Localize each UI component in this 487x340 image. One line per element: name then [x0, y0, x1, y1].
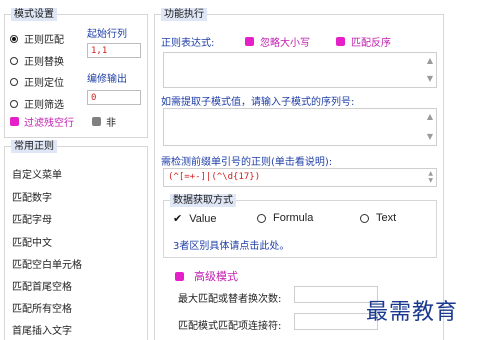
start-row-input[interactable]: 1,1	[87, 43, 141, 58]
mode-settings-title: 模式设置	[11, 8, 57, 21]
filter-blank-row[interactable]: 过滤残空行	[10, 114, 74, 129]
radio-regex-locate[interactable]: 正则定位	[10, 74, 64, 89]
scroll-down-icon[interactable]: ▼	[427, 75, 433, 83]
data-fetch-hint-link[interactable]: 3者区别具体请点击此处。	[173, 237, 289, 252]
radio-label: Value	[189, 212, 217, 225]
submatch-label: 如需提取子模式值，请输入子模式的序列号:	[161, 97, 355, 108]
radio-regex-match[interactable]: 正则匹配	[10, 31, 64, 46]
not-label: 非	[106, 118, 116, 129]
match-reverse-checkbox[interactable]	[336, 37, 345, 46]
regex-textarea[interactable]: ▲ ▼	[163, 52, 437, 88]
not-row[interactable]: 非	[92, 114, 116, 129]
not-checkbox[interactable]	[92, 117, 101, 126]
radio-dot[interactable]	[10, 77, 18, 86]
regex-label: 正则表达式:	[161, 38, 215, 49]
prefix-input[interactable]: (^[=+-]|(^\d{17}) ▲ ▼	[163, 168, 437, 187]
function-exec-title: 功能执行	[161, 8, 207, 21]
submatch-scrollbar[interactable]: ▲ ▼	[424, 109, 436, 145]
advanced-mode-row[interactable]: 高级模式	[175, 268, 238, 284]
advanced-mode-label: 高级模式	[194, 270, 238, 283]
regex-item-blank-cells[interactable]: 匹配空白单元格	[12, 256, 82, 271]
regex-scrollbar[interactable]: ▲ ▼	[424, 53, 436, 87]
ignore-case-checkbox[interactable]	[245, 37, 254, 46]
regex-item-trim-spaces[interactable]: 匹配首尾空格	[12, 278, 72, 293]
regex-item-all-spaces[interactable]: 匹配所有空格	[12, 300, 72, 315]
radio-dot[interactable]	[257, 213, 266, 223]
radio-value[interactable]: ✔ Value	[173, 212, 217, 225]
match-reverse-row[interactable]: 匹配反序	[336, 34, 391, 49]
edit-output-input[interactable]: 0	[87, 90, 141, 105]
prefix-value: (^[=+-]|(^\d{17})	[168, 172, 261, 182]
data-fetch-title: 数据获取方式	[170, 194, 236, 207]
radio-regex-filter[interactable]: 正则筛选	[10, 96, 64, 111]
max-match-label: 最大匹配或替者换次数:	[178, 294, 282, 305]
scroll-down-icon[interactable]: ▼	[427, 133, 433, 141]
start-row-label: 起始行列	[87, 29, 127, 40]
radio-label: Text	[376, 212, 397, 224]
edit-output-label: 编修输出	[87, 74, 127, 85]
radio-dot[interactable]	[360, 213, 369, 223]
match-reverse-label: 匹配反序	[351, 38, 391, 49]
prefix-label[interactable]: 需检测前缀单引号的正则(单击看说明):	[161, 153, 332, 168]
radio-regex-replace[interactable]: 正则替换	[10, 53, 64, 68]
check-icon[interactable]: ✔	[173, 212, 182, 225]
radio-label: Formula	[273, 212, 314, 224]
scroll-up-icon[interactable]: ▲	[427, 113, 433, 121]
radio-label: 正则替换	[24, 57, 64, 68]
ignore-case-row[interactable]: 忽略大小写	[245, 34, 310, 49]
regex-item-letters[interactable]: 匹配字母	[12, 211, 52, 226]
common-regex-title: 常用正则	[11, 140, 57, 153]
radio-label: 正则匹配	[24, 35, 64, 46]
radio-dot[interactable]	[10, 56, 18, 65]
watermark-text: 最需教育	[366, 300, 459, 325]
regex-item-insert-text[interactable]: 首尾插入文字	[12, 322, 72, 337]
radio-text[interactable]: Text	[360, 212, 396, 224]
submatch-textarea[interactable]: ▲ ▼	[163, 108, 437, 146]
radio-label: 正则筛选	[24, 100, 64, 111]
ignore-case-label: 忽略大小写	[260, 38, 310, 49]
filter-blank-checkbox[interactable]	[10, 117, 19, 126]
prefix-scrollbar[interactable]: ▲ ▼	[424, 169, 436, 186]
radio-label: 正则定位	[24, 78, 64, 89]
radio-dot[interactable]	[10, 34, 18, 43]
scroll-down-icon[interactable]: ▼	[428, 177, 433, 185]
regex-item-numbers[interactable]: 匹配数字	[12, 189, 52, 204]
regex-item-custom-menu[interactable]: 自定义菜单	[12, 166, 62, 181]
filter-blank-label: 过滤残空行	[24, 118, 74, 129]
scroll-up-icon[interactable]: ▲	[427, 57, 433, 65]
radio-formula[interactable]: Formula	[257, 212, 313, 224]
regex-item-chinese[interactable]: 匹配中文	[12, 234, 52, 249]
connector-label: 匹配模式匹配项连接符:	[178, 321, 282, 332]
radio-dot[interactable]	[10, 99, 18, 108]
advanced-mode-checkbox[interactable]	[175, 271, 184, 281]
